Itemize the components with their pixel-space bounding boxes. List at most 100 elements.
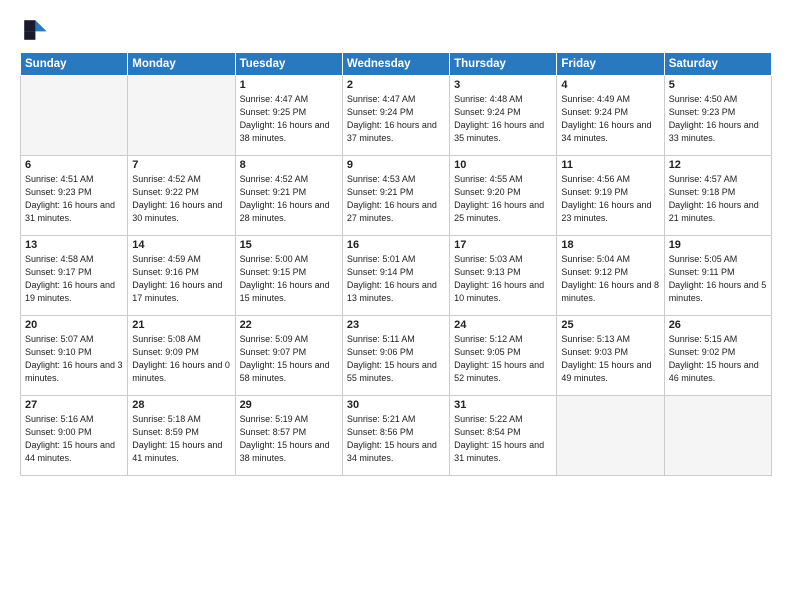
day-number: 24 [454,319,552,331]
day-number: 1 [240,79,338,91]
day-info: Sunrise: 5:18 AMSunset: 8:59 PMDaylight:… [132,413,230,465]
day-number: 21 [132,319,230,331]
calendar-cell [557,396,664,476]
weekday-header-friday: Friday [557,53,664,76]
calendar-cell: 25Sunrise: 5:13 AMSunset: 9:03 PMDayligh… [557,316,664,396]
day-info: Sunrise: 5:21 AMSunset: 8:56 PMDaylight:… [347,413,445,465]
day-number: 4 [561,79,659,91]
day-info: Sunrise: 5:15 AMSunset: 9:02 PMDaylight:… [669,333,767,385]
day-info: Sunrise: 4:52 AMSunset: 9:21 PMDaylight:… [240,173,338,225]
day-info: Sunrise: 4:57 AMSunset: 9:18 PMDaylight:… [669,173,767,225]
day-info: Sunrise: 5:09 AMSunset: 9:07 PMDaylight:… [240,333,338,385]
calendar-cell: 26 Sunrise: 5:15 AMSunset: 9:02 PMDayligh… [664,316,771,396]
day-number: 12 [669,159,767,171]
weekday-header-saturday: Saturday [664,53,771,76]
day-info: Sunrise: 4:50 AMSunset: 9:23 PMDaylight:… [669,93,767,145]
calendar-cell: 8 Sunrise: 4:52 AMSunset: 9:21 PMDaylight… [235,156,342,236]
weekday-header-monday: Monday [128,53,235,76]
calendar-cell: 24 Sunrise: 5:12 AMSunset: 9:05 PMDayligh… [450,316,557,396]
day-number: 6 [25,159,123,171]
day-info: Sunrise: 5:08 AMSunset: 9:09 PMDaylight:… [132,333,230,385]
calendar-cell: 23 Sunrise: 5:11 AMSunset: 9:06 PMDayligh… [342,316,449,396]
calendar-cell: 30 Sunrise: 5:21 AMSunset: 8:56 PMDayligh… [342,396,449,476]
calendar-cell: 19 Sunrise: 5:05 AMSunset: 9:11 PMDayligh… [664,236,771,316]
calendar-cell [21,76,128,156]
day-number: 20 [25,319,123,331]
day-number: 31 [454,399,552,411]
day-number: 30 [347,399,445,411]
calendar-cell: 31 Sunrise: 5:22 AMSunset: 8:54 PMDayligh… [450,396,557,476]
day-info: Sunrise: 5:05 AMSunset: 9:11 PMDaylight:… [669,253,767,305]
calendar-cell: 4 Sunrise: 4:49 AMSunset: 9:24 PMDaylight… [557,76,664,156]
day-number: 29 [240,399,338,411]
calendar-cell: 18 Sunrise: 5:04 AMSunset: 9:12 PMDayligh… [557,236,664,316]
calendar-table: SundayMondayTuesdayWednesdayThursdayFrid… [20,52,772,476]
day-info: Sunrise: 4:49 AMSunset: 9:24 PMDaylight:… [561,93,659,145]
day-info: Sunrise: 4:47 AMSunset: 9:24 PMDaylight:… [347,93,445,145]
calendar-cell [664,396,771,476]
day-info: Sunrise: 5:01 AMSunset: 9:14 PMDaylight:… [347,253,445,305]
day-number: 8 [240,159,338,171]
day-number: 3 [454,79,552,91]
day-info: Sunrise: 4:55 AMSunset: 9:20 PMDaylight:… [454,173,552,225]
calendar-cell: 20 Sunrise: 5:07 AMSunset: 9:10 PMDayligh… [21,316,128,396]
day-number: 7 [132,159,230,171]
day-info: Sunrise: 5:16 AMSunset: 9:00 PMDaylight:… [25,413,123,465]
calendar-cell: 27 Sunrise: 5:16 AMSunset: 9:00 PMDayligh… [21,396,128,476]
calendar-cell: 9 Sunrise: 4:53 AMSunset: 9:21 PMDaylight… [342,156,449,236]
day-info: Sunrise: 5:12 AMSunset: 9:05 PMDaylight:… [454,333,552,385]
day-number: 16 [347,239,445,251]
calendar-cell [128,76,235,156]
day-number: 28 [132,399,230,411]
day-number: 26 [669,319,767,331]
day-info: Sunrise: 5:11 AMSunset: 9:06 PMDaylight:… [347,333,445,385]
day-number: 9 [347,159,445,171]
weekday-header-wednesday: Wednesday [342,53,449,76]
day-number: 18 [561,239,659,251]
weekday-header-thursday: Thursday [450,53,557,76]
day-number: 23 [347,319,445,331]
day-number: 19 [669,239,767,251]
header [20,16,772,44]
calendar-cell: 7 Sunrise: 4:52 AMSunset: 9:22 PMDaylight… [128,156,235,236]
day-number: 11 [561,159,659,171]
day-info: Sunrise: 5:00 AMSunset: 9:15 PMDaylight:… [240,253,338,305]
calendar-cell: 14 Sunrise: 4:59 AMSunset: 9:16 PMDayligh… [128,236,235,316]
calendar-cell: 22 Sunrise: 5:09 AMSunset: 9:07 PMDayligh… [235,316,342,396]
day-info: Sunrise: 5:19 AMSunset: 8:57 PMDaylight:… [240,413,338,465]
day-number: 22 [240,319,338,331]
day-number: 17 [454,239,552,251]
day-info: Sunrise: 4:47 AMSunset: 9:25 PMDaylight:… [240,93,338,145]
day-info: Sunrise: 5:04 AMSunset: 9:12 PMDaylight:… [561,253,659,305]
calendar-cell: 17 Sunrise: 5:03 AMSunset: 9:13 PMDayligh… [450,236,557,316]
day-info: Sunrise: 4:51 AMSunset: 9:23 PMDaylight:… [25,173,123,225]
day-number: 13 [25,239,123,251]
day-number: 14 [132,239,230,251]
logo [20,16,52,44]
calendar-cell: 12 Sunrise: 4:57 AMSunset: 9:18 PMDayligh… [664,156,771,236]
calendar-cell: 15 Sunrise: 5:00 AMSunset: 9:15 PMDayligh… [235,236,342,316]
calendar-cell: 3 Sunrise: 4:48 AMSunset: 9:24 PMDaylight… [450,76,557,156]
calendar-cell: 29 Sunrise: 5:19 AMSunset: 8:57 PMDayligh… [235,396,342,476]
day-info: Sunrise: 5:13 AMSunset: 9:03 PMDaylight:… [561,333,659,385]
calendar-cell: 21 Sunrise: 5:08 AMSunset: 9:09 PMDayligh… [128,316,235,396]
calendar-cell: 2 Sunrise: 4:47 AMSunset: 9:24 PMDaylight… [342,76,449,156]
day-info: Sunrise: 4:56 AMSunset: 9:19 PMDaylight:… [561,173,659,225]
calendar-cell: 11 Sunrise: 4:56 AMSunset: 9:19 PMDayligh… [557,156,664,236]
day-number: 15 [240,239,338,251]
calendar-cell: 5Sunrise: 4:50 AMSunset: 9:23 PMDaylight… [664,76,771,156]
day-number: 2 [347,79,445,91]
day-number: 27 [25,399,123,411]
page: SundayMondayTuesdayWednesdayThursdayFrid… [0,0,792,612]
calendar-cell: 13Sunrise: 4:58 AMSunset: 9:17 PMDayligh… [21,236,128,316]
day-info: Sunrise: 5:03 AMSunset: 9:13 PMDaylight:… [454,253,552,305]
day-info: Sunrise: 4:48 AMSunset: 9:24 PMDaylight:… [454,93,552,145]
weekday-header-tuesday: Tuesday [235,53,342,76]
weekday-header-sunday: Sunday [21,53,128,76]
day-info: Sunrise: 4:53 AMSunset: 9:21 PMDaylight:… [347,173,445,225]
day-info: Sunrise: 5:07 AMSunset: 9:10 PMDaylight:… [25,333,123,385]
day-info: Sunrise: 4:52 AMSunset: 9:22 PMDaylight:… [132,173,230,225]
calendar-cell: 10Sunrise: 4:55 AMSunset: 9:20 PMDayligh… [450,156,557,236]
day-info: Sunrise: 4:59 AMSunset: 9:16 PMDaylight:… [132,253,230,305]
day-info: Sunrise: 5:22 AMSunset: 8:54 PMDaylight:… [454,413,552,465]
